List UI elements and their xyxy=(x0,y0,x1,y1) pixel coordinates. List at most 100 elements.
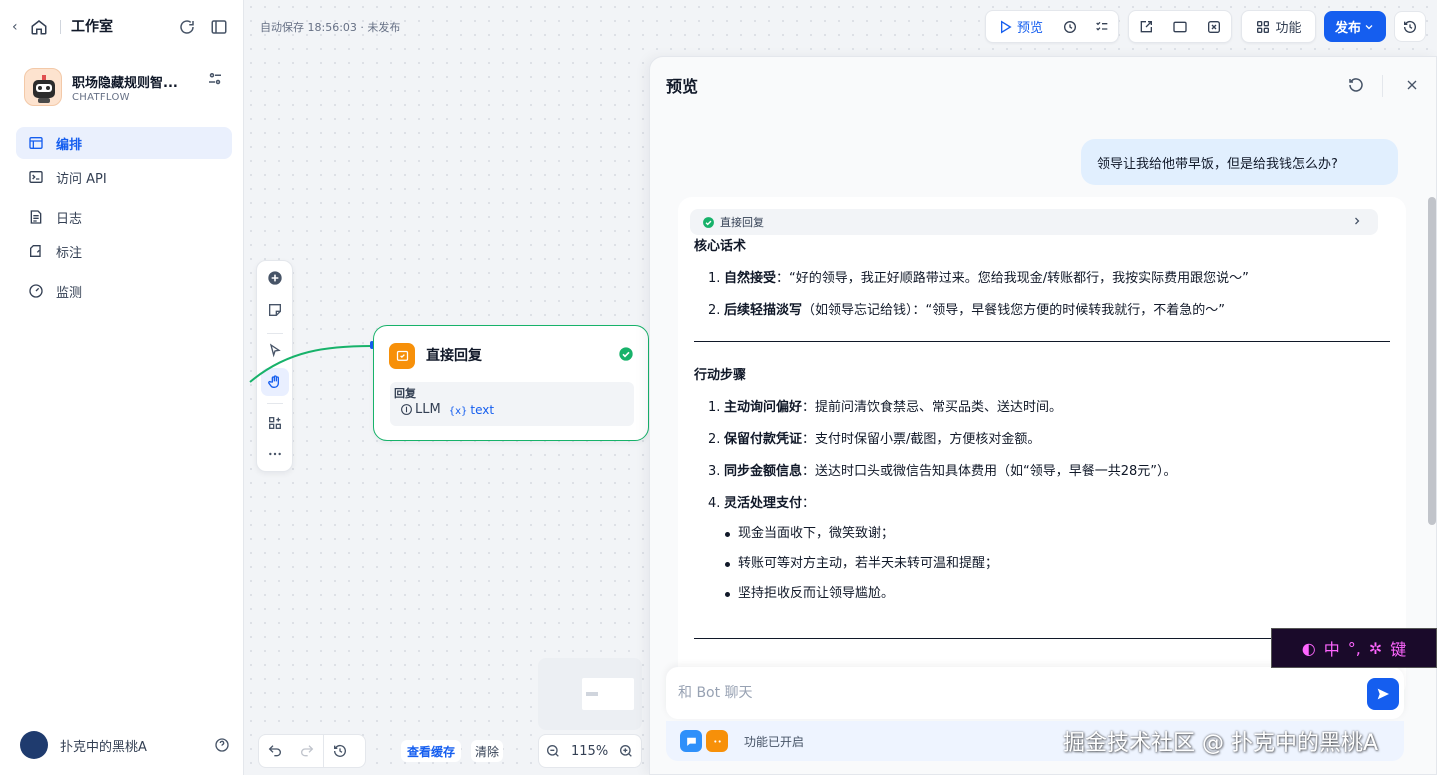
minimap[interactable] xyxy=(538,658,642,730)
app-card[interactable]: 职场隐藏规则智... CHATFLOW xyxy=(24,66,224,108)
node-variable: LLM {x} text xyxy=(400,402,494,417)
list-number: 2. xyxy=(708,303,721,318)
panel-divider xyxy=(1382,75,1383,97)
undo-redo-group xyxy=(258,734,366,768)
conversation-opener-icon xyxy=(680,730,702,752)
ordered-list: 1. 主动询问偏好：提前问清饮食禁忌、常买品类、送达时间。 2. 保留付款凭证：支付… xyxy=(694,398,1390,514)
more-button[interactable] xyxy=(265,444,285,464)
zoom-level[interactable]: 115% xyxy=(567,744,612,759)
divider xyxy=(694,341,1390,342)
close-icon[interactable] xyxy=(1404,77,1420,93)
layout-icon xyxy=(29,137,43,149)
checklist-button[interactable] xyxy=(1086,10,1118,43)
env-button[interactable] xyxy=(1163,10,1197,43)
list-item: 2. 后续轻描淡写（如领导忘记给钱）：“领导，早餐钱您方便的时候转我就行，不着急的… xyxy=(708,301,1390,321)
app-settings-icon[interactable] xyxy=(206,70,224,88)
vars-toolbar xyxy=(1128,10,1232,43)
workflow-trace[interactable]: 直接回复 xyxy=(690,209,1378,235)
terminal-icon xyxy=(29,171,43,183)
studio-title[interactable]: 工作室 xyxy=(60,20,113,34)
sidebar-nav: 编排 访问 API 日志 标注 监测 xyxy=(16,127,232,309)
list-item-text: （如领导忘记给钱）：“领导，早餐钱您方便的时候转我就行，不着急的～” xyxy=(802,303,1225,318)
grid-icon xyxy=(1257,20,1270,33)
ime-logo-icon: ◐ xyxy=(1301,638,1316,658)
sidebar-item-monitor[interactable]: 监测 xyxy=(16,275,232,307)
sidebar-header: ‹ 工作室 xyxy=(12,14,232,40)
home-icon[interactable] xyxy=(30,18,48,36)
sidebar-item-api[interactable]: 访问 API xyxy=(16,161,232,193)
edge-connection[interactable] xyxy=(248,330,378,390)
answer-content: 核心话术 1. 自然接受：“好的领导，我正好顺路带过来。您给我现金/转账都行，我按… xyxy=(694,237,1390,639)
var-tag: {x} text xyxy=(449,403,494,417)
panel-title: 预览 xyxy=(666,77,699,96)
features-label: 功能 xyxy=(1275,21,1302,36)
chat-composer xyxy=(666,667,1404,719)
ime-toolbar[interactable]: ◐ 中 °, ✲ 键 xyxy=(1271,628,1437,668)
run-history-button[interactable] xyxy=(1054,10,1086,43)
help-icon[interactable] xyxy=(214,737,230,753)
sidebar-item-logs[interactable]: 日志 xyxy=(16,201,232,233)
undo-icon xyxy=(268,745,281,757)
redo-button[interactable] xyxy=(291,735,323,767)
chat-bubble-icon xyxy=(686,737,696,746)
user-message: 领导让我给他带早饭，但是给我钱怎么办? xyxy=(1081,139,1398,185)
list-item-bold: 灵活处理支付 xyxy=(724,496,803,511)
sidebar-item-orchestrate[interactable]: 编排 xyxy=(16,127,232,159)
ime-punct-icon: °, xyxy=(1347,638,1361,658)
list-item-text: ：支付时保留小票/截图，方便核对金额。 xyxy=(802,432,1041,447)
list-item-bold: 后续轻描淡写 xyxy=(724,303,803,318)
preview-button[interactable]: 预览 xyxy=(986,10,1054,43)
dashboard-icon xyxy=(29,284,43,298)
app-avatar xyxy=(24,68,62,106)
history-button[interactable] xyxy=(323,735,355,767)
collapse-sidebar-icon[interactable] xyxy=(210,18,228,36)
list-item-bold: 主动询问偏好 xyxy=(724,400,803,415)
ime-settings-icon: ✲ xyxy=(1368,638,1383,658)
annotation-icon xyxy=(30,245,41,257)
ime-mode: 中 xyxy=(1323,640,1340,659)
chat-input[interactable] xyxy=(678,683,1278,703)
answer-node[interactable]: 直接回复 回复 LLM {x} text xyxy=(373,325,649,441)
clear-button[interactable]: 清除 xyxy=(471,740,504,762)
sidebar-item-annotation[interactable]: 标注 xyxy=(16,235,232,267)
undo-button[interactable] xyxy=(259,735,291,767)
run-history-icon xyxy=(1064,20,1076,33)
autosave-status: 自动保存 18:56:03 · 未发布 xyxy=(260,21,401,34)
app-name: 职场隐藏规则智... xyxy=(72,76,178,91)
edit-box-icon xyxy=(1140,20,1152,32)
publish-button[interactable]: 发布 xyxy=(1324,11,1386,42)
back-icon[interactable]: ‹ xyxy=(12,19,28,35)
success-check-icon xyxy=(703,216,714,228)
user-profile[interactable]: 扑克中的黑桃A xyxy=(20,731,232,759)
send-icon xyxy=(1377,688,1389,700)
add-note-button[interactable] xyxy=(265,300,285,320)
send-button[interactable] xyxy=(1367,678,1399,710)
zoom-out-icon xyxy=(547,745,559,757)
zoom-control: 115% xyxy=(538,734,642,768)
import-button[interactable] xyxy=(1129,10,1163,43)
list-number: 1. xyxy=(708,400,721,415)
zoom-out-button[interactable] xyxy=(539,735,567,767)
conversation-vars-button[interactable] xyxy=(1197,10,1231,43)
answer-node-icon xyxy=(389,343,415,369)
add-node-button[interactable] xyxy=(265,268,285,288)
sticky-note-icon xyxy=(269,304,281,316)
redo-icon xyxy=(301,745,314,757)
features-button[interactable]: 功能 xyxy=(1242,10,1315,43)
bullet-item: 转账可等对方主动，若半天未转可温和提醒； xyxy=(725,554,1390,574)
var-source: LLM xyxy=(415,402,441,417)
ordered-list: 1. 自然接受：“好的领导，我正好顺路带过来。您给我现金/转账都行，我按实际费用跟… xyxy=(694,269,1390,321)
zoom-in-icon xyxy=(620,745,632,757)
chat-scrollbar[interactable] xyxy=(1428,197,1436,525)
organize-button[interactable] xyxy=(265,413,285,433)
restart-icon[interactable] xyxy=(1347,76,1365,94)
view-cache-button[interactable]: 查看缓存 xyxy=(401,740,462,762)
trace-label: 直接回复 xyxy=(720,216,764,229)
list-item: 1. 自然接受：“好的领导，我正好顺路带过来。您给我现金/转账都行，我按实际费用跟… xyxy=(708,269,1390,289)
zoom-in-button[interactable] xyxy=(612,735,640,767)
list-item-text: ： xyxy=(802,496,816,511)
version-history-button[interactable] xyxy=(1394,11,1426,42)
minimap-node xyxy=(586,692,598,696)
refresh-icon[interactable] xyxy=(178,18,196,36)
list-item: 4. 灵活处理支付： xyxy=(708,494,1390,514)
